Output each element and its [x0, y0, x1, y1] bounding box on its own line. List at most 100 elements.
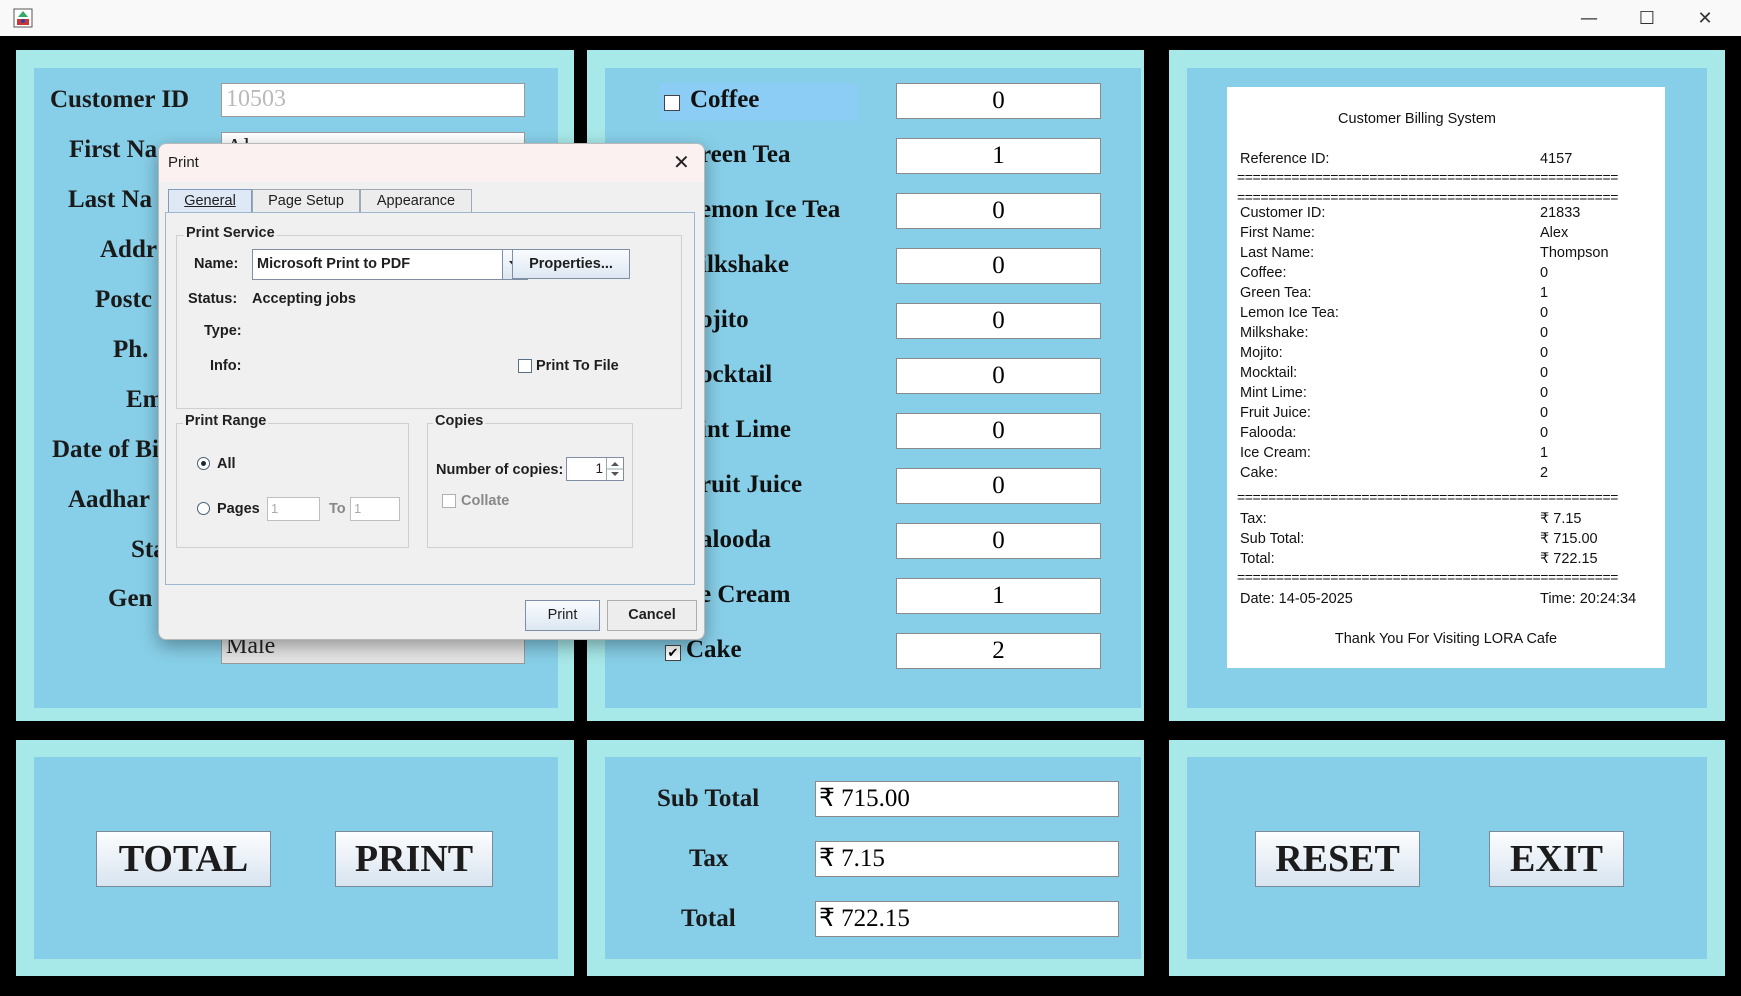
- exit-button[interactable]: EXIT: [1489, 831, 1624, 887]
- item-quantity-field[interactable]: 1: [896, 578, 1101, 614]
- name-label: Name:: [194, 256, 239, 272]
- subtotal-field[interactable]: ₹ 715.00: [815, 781, 1119, 817]
- item-label: int Lime: [700, 416, 791, 443]
- item-quantity-field[interactable]: 0: [896, 413, 1101, 449]
- close-icon[interactable]: ✕: [673, 150, 690, 175]
- item-checkbox[interactable]: [664, 95, 680, 111]
- first-name-label: First Na: [69, 136, 158, 163]
- tab-general-label: General: [184, 193, 236, 209]
- customer-id-label: Customer ID: [50, 86, 190, 113]
- all-label: All: [217, 456, 236, 472]
- pages-from-input[interactable]: 1: [267, 497, 320, 521]
- collate-checkbox[interactable]: [442, 494, 456, 508]
- receipt-row-label: Milkshake:: [1240, 325, 1309, 341]
- receipt-footer: Thank You For Visiting LORA Cafe: [1334, 631, 1558, 647]
- close-icon[interactable]: ✕: [1676, 0, 1734, 36]
- receipt-total-value: ₹ 722.15: [1540, 551, 1598, 567]
- total-field[interactable]: ₹ 722.15: [815, 901, 1119, 937]
- receipt-date: Date: 14-05-2025: [1240, 591, 1353, 607]
- receipt-row-value: 0: [1540, 305, 1549, 321]
- item-quantity-field[interactable]: 0: [896, 523, 1101, 559]
- pages-radio[interactable]: [197, 502, 210, 515]
- properties-button[interactable]: Properties...: [512, 249, 630, 279]
- dialog-cancel-button[interactable]: Cancel: [607, 600, 697, 631]
- minimize-icon[interactable]: —: [1560, 0, 1618, 36]
- item-quantity-field[interactable]: 1: [896, 138, 1101, 174]
- title-bar: — ☐ ✕: [0, 0, 1741, 36]
- maximize-icon[interactable]: ☐: [1618, 0, 1676, 36]
- receipt-row-value: 0: [1540, 425, 1549, 441]
- all-pages-radio[interactable]: [197, 457, 210, 470]
- dialog-title: Print: [168, 154, 199, 171]
- receipt-separator: ========================================…: [1237, 169, 1619, 185]
- item-quantity-field[interactable]: 0: [896, 193, 1101, 229]
- copies-label: Number of copies:: [436, 462, 564, 478]
- last-name-label: Last Na: [68, 186, 153, 213]
- item-label: ilkshake: [700, 251, 789, 278]
- item-quantity-field[interactable]: 0: [896, 468, 1101, 504]
- printer-name-dropdown[interactable]: Microsoft Print to PDF: [252, 249, 528, 280]
- receipt-reference-label: Reference ID:: [1240, 151, 1330, 167]
- receipt-total-value: ₹ 715.00: [1540, 531, 1598, 547]
- item-label: Coffee: [690, 86, 760, 113]
- aadhar-label: Aadhar: [68, 486, 150, 513]
- status-label: Status:: [188, 291, 238, 307]
- receipt-row-value: 0: [1540, 265, 1549, 281]
- receipt-row-value: 0: [1540, 405, 1549, 421]
- pages-label: Pages: [217, 501, 260, 517]
- receipt-row-label: First Name:: [1240, 225, 1315, 241]
- dialog-print-button[interactable]: Print: [525, 600, 600, 631]
- tab-page-setup[interactable]: Page Setup: [252, 189, 360, 213]
- item-label: emon Ice Tea: [700, 196, 841, 223]
- print-to-file-checkbox[interactable]: [518, 359, 532, 373]
- receipt-total-label: Total:: [1240, 551, 1275, 567]
- receipt-row-label: Coffee:: [1240, 265, 1287, 281]
- tab-appearance[interactable]: Appearance: [360, 189, 472, 213]
- receipt-row-label: Cake:: [1240, 465, 1278, 481]
- receipt-row-value: 21833: [1540, 205, 1581, 221]
- item-label: ojito: [700, 306, 749, 333]
- receipt-row-label: Fruit Juice:: [1240, 405, 1311, 421]
- copies-group: [427, 423, 633, 548]
- spinner-arrows-icon[interactable]: [606, 458, 623, 480]
- general-tab-panel: Print Service Name: Microsoft Print to P…: [165, 212, 695, 585]
- item-quantity-field[interactable]: 0: [896, 248, 1101, 284]
- total-button[interactable]: TOTAL: [96, 831, 271, 887]
- collate-label: Collate: [461, 493, 510, 509]
- pages-to-input[interactable]: 1: [350, 497, 400, 521]
- receipt-row-label: Mint Lime:: [1240, 385, 1307, 401]
- gender-label: Gen: [108, 585, 153, 612]
- receipt-row-label: Ice Cream:: [1240, 445, 1311, 461]
- item-quantity-field[interactable]: 0: [896, 83, 1101, 119]
- tab-general[interactable]: General: [168, 189, 252, 213]
- info-label: Info:: [210, 358, 242, 374]
- customer-id-field[interactable]: 10503: [221, 83, 525, 117]
- dialog-title-bar: [159, 144, 704, 182]
- print-range-title: Print Range: [183, 413, 269, 429]
- receipt-time: Time: 20:24:34: [1540, 591, 1637, 607]
- tax-field[interactable]: ₹ 7.15: [815, 841, 1119, 877]
- reset-button[interactable]: RESET: [1255, 831, 1420, 887]
- copies-spinner[interactable]: 1: [566, 457, 624, 481]
- receipt-title: Customer Billing System: [1338, 111, 1496, 127]
- print-button[interactable]: PRINT: [335, 831, 493, 887]
- receipt-row-label: Mocktail:: [1240, 365, 1298, 381]
- receipt-row-value: 0: [1540, 325, 1549, 341]
- to-label: To: [329, 501, 346, 517]
- item-quantity-field[interactable]: 0: [896, 303, 1101, 339]
- receipt-textarea[interactable]: Customer Billing System Reference ID: 41…: [1227, 87, 1665, 668]
- print-range-group: [176, 423, 409, 548]
- item-quantity-field[interactable]: 2: [896, 633, 1101, 669]
- date-of-birth-label: Date of Bi: [52, 436, 159, 463]
- status-value: Accepting jobs: [252, 291, 356, 307]
- type-label: Type:: [204, 323, 242, 339]
- copies-value: 1: [595, 461, 603, 476]
- receipt-row-label: Mojito:: [1240, 345, 1283, 361]
- item-checkbox[interactable]: ✔: [665, 645, 681, 661]
- phone-label: Ph.: [113, 336, 149, 363]
- address-label: Addr: [100, 236, 157, 263]
- receipt-row-label: Falooda:: [1240, 425, 1297, 441]
- item-quantity-field[interactable]: 0: [896, 358, 1101, 394]
- receipt-separator: ========================================…: [1237, 569, 1619, 585]
- printer-name-value: Microsoft Print to PDF: [257, 256, 411, 272]
